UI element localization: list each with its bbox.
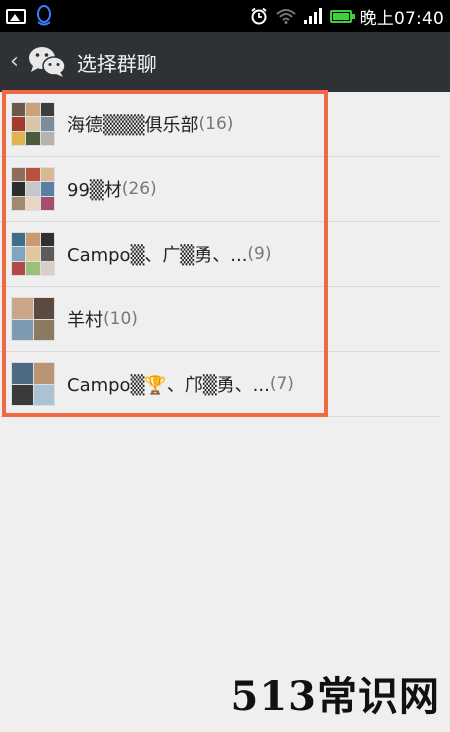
group-name: 99▒材 bbox=[67, 180, 122, 201]
group-avatar bbox=[11, 362, 55, 406]
battery-icon bbox=[329, 9, 355, 23]
group-row[interactable]: Campo▒🏆、邝▒勇、... (7) bbox=[0, 352, 440, 417]
group-row[interactable]: 海德▒▒▒俱乐部 (16) bbox=[0, 92, 440, 157]
member-count: (9) bbox=[247, 244, 272, 264]
signal-icon bbox=[303, 8, 322, 24]
group-avatar bbox=[11, 102, 55, 146]
group-row[interactable]: 羊村 (10) bbox=[0, 287, 440, 352]
group-name: Campo▒、广▒勇、... bbox=[67, 245, 248, 266]
back-button[interactable]: ‹ bbox=[10, 32, 67, 92]
status-time: 晚上07:40 bbox=[359, 8, 444, 29]
chevron-left-icon: ‹ bbox=[10, 49, 19, 74]
member-count: (26) bbox=[121, 179, 157, 199]
wechat-icon bbox=[28, 47, 66, 77]
title-bar: ‹ 选择群聊 bbox=[0, 32, 450, 92]
wifi-icon bbox=[275, 9, 296, 24]
image-icon bbox=[6, 8, 26, 24]
group-name: 羊村 bbox=[67, 310, 103, 331]
qq-icon bbox=[37, 5, 51, 26]
group-name: Campo▒🏆、邝▒勇、... bbox=[67, 375, 270, 396]
group-row[interactable]: Campo▒、广▒勇、... (9) bbox=[0, 222, 440, 287]
group-row[interactable]: 99▒材 (26) bbox=[0, 157, 440, 222]
group-avatar bbox=[11, 232, 55, 276]
status-bar: 晚上07:40 bbox=[0, 0, 450, 32]
page-title: 选择群聊 bbox=[76, 51, 157, 76]
group-avatar bbox=[11, 167, 55, 211]
group-name: 海德▒▒▒俱乐部 bbox=[67, 115, 199, 136]
member-count: (7) bbox=[269, 374, 294, 394]
member-count: (16) bbox=[198, 114, 234, 134]
group-list: 海德▒▒▒俱乐部 (16) 99▒材 (26) Campo▒、广▒勇、... (9) … bbox=[0, 92, 450, 417]
member-count: (10) bbox=[103, 309, 138, 329]
group-avatar bbox=[11, 297, 55, 341]
alarm-icon bbox=[250, 7, 267, 25]
watermark: 513常识网 bbox=[230, 673, 440, 720]
